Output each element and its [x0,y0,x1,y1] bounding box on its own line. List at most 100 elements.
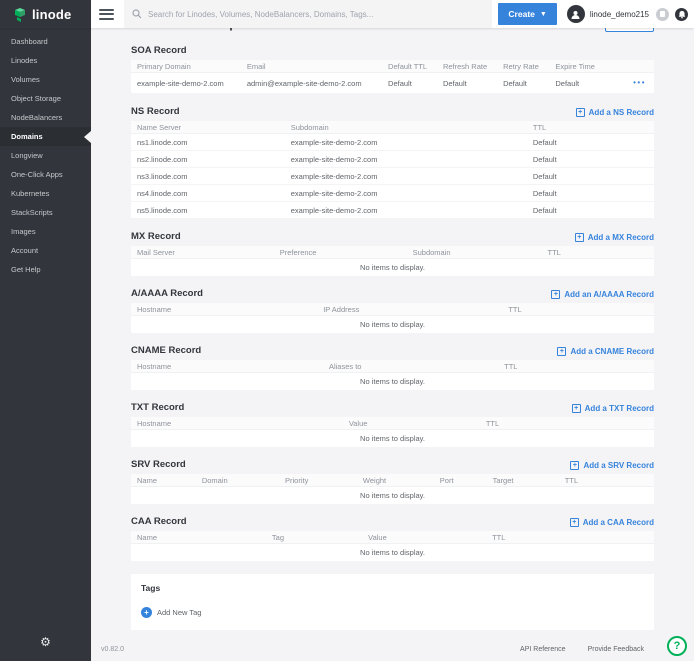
add-new-tag-button[interactable]: + Add New Tag [141,607,644,618]
sidebar-item-domains[interactable]: Domains [0,127,91,146]
help-button[interactable]: ? [667,636,687,656]
table-cell: Default [527,138,654,147]
sidebar-item-label: Object Storage [11,94,61,103]
add-new-tag-label: Add New Tag [157,608,201,617]
sidebar-item-object-storage[interactable]: Object Storage [0,89,91,108]
sidebar-item-label: StackScripts [11,208,53,217]
add-record-link[interactable]: + Add a CNAME Record [557,347,654,356]
section-title: SRV Record [131,459,186,470]
api-reference-link[interactable]: API Reference [520,646,566,653]
table-cell: ns2.linode.com [131,155,285,164]
bell-icon[interactable] [675,8,688,21]
avatar[interactable] [567,5,585,23]
empty-state-text: No items to display. [131,259,654,276]
table-row: ns2.linode.comexample-site-demo-2.comDef… [131,151,654,168]
column-header: TTL [498,362,654,371]
table-row: ns4.linode.comexample-site-demo-2.comDef… [131,185,654,202]
plus-circle-icon: + [141,607,152,618]
section-title: SOA Record [131,45,187,56]
sidebar-item-kubernetes[interactable]: Kubernetes [0,184,91,203]
empty-state-text: No items to display. [131,430,654,447]
record-section-a-aaaa-record: A/AAAA Record+Add an A/AAAA RecordHostna… [131,286,654,333]
sidebar-item-dashboard[interactable]: Dashboard [0,32,91,51]
column-header: Refresh Rate [437,62,497,71]
add-record-link[interactable]: + Add a MX Record [575,233,654,242]
table-cell: example-site-demo-2.com [285,155,527,164]
table-cell: Default [497,79,549,88]
sidebar-item-nodebalancers[interactable]: NodeBalancers [0,108,91,127]
column-header: TTL [480,419,654,428]
column-header: Retry Rate [497,62,549,71]
column-header: TTL [527,123,654,132]
notifications-icon[interactable] [656,8,669,21]
column-header: Tag [266,533,362,542]
table-cell: Default [527,189,654,198]
add-record-label: Add a MX Record [588,233,654,242]
table-row: ns5.linode.comexample-site-demo-2.comDef… [131,202,654,219]
section-title: NS Record [131,106,180,117]
record-table: NameDomainPriorityWeightPortTargetTTLNo … [131,474,654,504]
row-actions-menu-icon[interactable]: ••• [633,79,646,87]
global-search [124,0,492,28]
section-title: CNAME Record [131,345,201,356]
column-header: TTL [559,476,654,485]
add-record-link[interactable]: +Add a SRV Record [570,461,654,470]
sidebar-item-label: Longview [11,151,43,160]
plus-square-icon: + [576,108,585,117]
sidebar-item-linodes[interactable]: Linodes [0,51,91,70]
add-record-link[interactable]: +Add a CAA Record [570,518,654,527]
column-header: Name [131,476,196,485]
search-input[interactable] [148,10,484,19]
add-record-label: Add a SRV Record [583,461,654,470]
table-row: ns1.linode.comexample-site-demo-2.comDef… [131,134,654,151]
table-cell: Default [527,155,654,164]
record-table: Primary DomainEmailDefault TTLRefresh Ra… [131,60,654,94]
sidebar-item-label: Linodes [11,56,37,65]
column-header: Hostname [131,305,317,314]
sidebar-item-images[interactable]: Images [0,222,91,241]
record-table: HostnameIP AddressTTLNo items to display… [131,303,654,333]
version-label: v0.82.0 [101,646,124,653]
add-record-label: Add a CNAME Record [570,347,654,356]
bell-glyph [678,10,686,19]
column-header: TTL [542,248,654,257]
add-record-link[interactable]: +Add an A/AAAA Record [551,290,654,299]
sidebar: Dashboard Linodes Volumes Object Storage Nod… [0,28,91,661]
column-header: Target [487,476,559,485]
table-cell: Default [437,79,497,88]
sidebar-item-label: One-Click Apps [11,170,63,179]
column-header: Name Server [131,123,285,132]
column-header: Primary Domain [131,62,241,71]
create-button[interactable]: Create ▼ [498,3,556,25]
column-header: Port [434,476,487,485]
add-record-label: Add a TXT Record [585,404,654,413]
empty-state-text: No items to display. [131,316,654,333]
gear-icon[interactable]: ⚙ [0,635,91,649]
record-table: Name ServerSubdomainTTLns1.linode.comexa… [131,121,654,219]
linode-logo[interactable]: linode [0,0,91,28]
tags-card: Tags + Add New Tag [131,574,654,630]
hamburger-menu-icon[interactable] [99,9,114,20]
sidebar-item-label: Dashboard [11,37,48,46]
table-cell: Default [382,79,437,88]
sidebar-item-volumes[interactable]: Volumes [0,70,91,89]
sidebar-item-account[interactable]: Account [0,241,91,260]
sidebar-item-one-click-apps[interactable]: One-Click Apps [0,165,91,184]
table-cell: ns3.linode.com [131,172,285,181]
username[interactable]: linode_demo215 [590,10,649,19]
column-header: Hostname [131,362,323,371]
provide-feedback-link[interactable]: Provide Feedback [588,646,644,653]
plus-square-icon: + [575,233,584,242]
sidebar-item-label: Get Help [11,265,41,274]
plus-square-icon: + [557,347,566,356]
records-list: SOA Record Primary DomainEmailDefault TTL… [131,43,654,561]
table-cell: example-site-demo-2.com [285,172,527,181]
add-record-link[interactable]: + Add a TXT Record [572,404,654,413]
sidebar-item-get-help[interactable]: Get Help [0,260,91,279]
plus-square-icon: + [572,404,581,413]
add-record-link[interactable]: + Add a NS Record [576,108,654,117]
sidebar-item-longview[interactable]: Longview [0,146,91,165]
add-record-label: Add a NS Record [589,108,654,117]
sidebar-item-stackscripts[interactable]: StackScripts [0,203,91,222]
column-header: Weight [357,476,434,485]
